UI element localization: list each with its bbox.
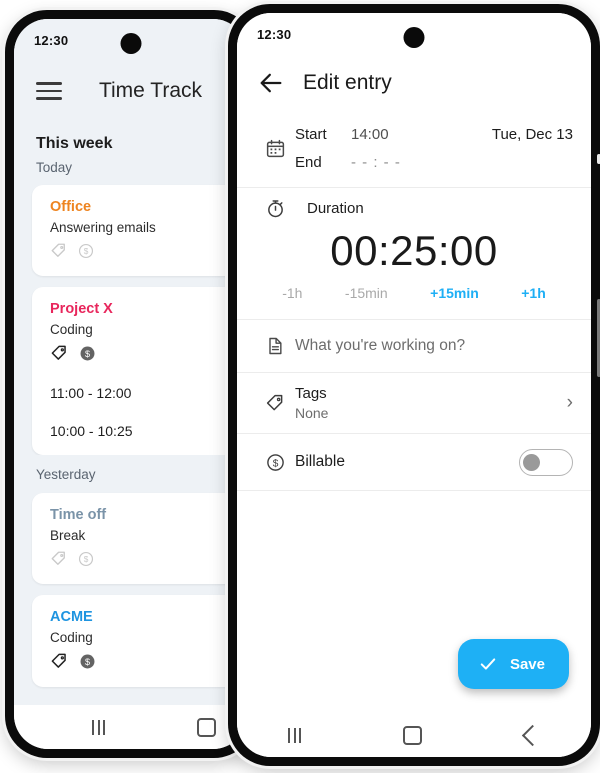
svg-text:$: $ (85, 657, 90, 667)
duration-header: Duration (255, 198, 573, 219)
duration-step-buttons: -1h -15min +15min +1h (255, 285, 573, 305)
dollar-coin-icon[interactable]: $ (78, 344, 97, 363)
list-item[interactable]: Time off Break $ (32, 493, 247, 584)
note-input-placeholder[interactable]: What you're working on? (295, 337, 465, 354)
camera-punchhole-icon (403, 27, 425, 48)
entry-time-range: 11:00 - 12:00 (50, 385, 132, 401)
duration-value[interactable]: 00:25:00 (255, 219, 573, 285)
save-button-label: Save (509, 655, 545, 673)
end-time-value[interactable]: - - : - - (351, 154, 401, 171)
entry-project-name: Project X (50, 301, 113, 317)
start-time-line[interactable]: Start 14:00 Tue, Dec 13 (295, 126, 573, 143)
toggle-knob (523, 453, 540, 471)
back-arrow-icon[interactable] (257, 69, 285, 97)
list-item[interactable]: Project X Coding $ 11:00 - 12:00 10:00 -… (32, 287, 247, 455)
note-icon (255, 336, 295, 356)
tag-icon[interactable] (50, 242, 68, 260)
tag-icon[interactable] (50, 344, 69, 363)
entry-icon-row: $ (32, 645, 247, 671)
entry-description: Break (50, 528, 86, 543)
duration-minus-15min-button[interactable]: -15min (345, 285, 388, 301)
svg-text:$: $ (85, 349, 90, 359)
home-icon[interactable] (197, 717, 216, 737)
tags-text: Tags None (295, 385, 567, 421)
tags-row[interactable]: Tags None › (237, 373, 591, 434)
left-status-bar: 12:30 (14, 19, 247, 61)
chevron-right-icon[interactable]: › (567, 392, 573, 414)
duration-plus-15min-button[interactable]: +15min (430, 285, 479, 301)
section-day-yesterday: Yesterday (14, 455, 247, 493)
entry-description: Answering emails (50, 220, 156, 235)
app-title: Time Track (98, 79, 203, 102)
entry-project-name: Time off (50, 507, 107, 523)
phone-left: 12:30 Time Track This week Today Office … (5, 10, 257, 758)
billable-label: Billable (295, 453, 345, 470)
list-item[interactable]: ACME Coding $ (32, 595, 247, 687)
tag-icon (255, 393, 295, 414)
end-label: End (295, 153, 322, 171)
svg-text:$: $ (272, 458, 278, 469)
datetime-row[interactable]: Start 14:00 Tue, Dec 13 End - - : - - (237, 111, 591, 188)
entry-date-value[interactable]: Tue, Dec 13 (492, 126, 573, 143)
recents-icon[interactable] (288, 727, 302, 743)
entry-description: Coding (50, 322, 93, 337)
dollar-coin-icon[interactable]: $ (77, 242, 95, 260)
duration-plus-1h-button[interactable]: +1h (521, 285, 546, 301)
duration-section: Duration 00:25:00 -1h -15min +15min +1h (237, 188, 591, 320)
right-status-bar: 12:30 (237, 13, 591, 55)
end-time-line[interactable]: End - - : - - (295, 154, 573, 171)
entry-project-name: ACME (50, 609, 93, 625)
tags-label: Tags (295, 385, 327, 402)
hamburger-menu-icon[interactable] (36, 82, 62, 100)
section-day-today: Today (14, 153, 247, 185)
entry-project-name: Office (50, 199, 92, 215)
entry-description: Coding (50, 630, 93, 645)
tag-icon[interactable] (50, 652, 69, 671)
section-week-label: This week (36, 135, 113, 152)
entry-icon-row: $ (32, 543, 247, 568)
note-row[interactable]: What you're working on? (237, 320, 591, 373)
edit-entry-form: Start 14:00 Tue, Dec 13 End - - : - - Du… (237, 111, 591, 713)
svg-text:$: $ (84, 247, 89, 256)
entry-icon-row: $ (32, 235, 247, 260)
save-button[interactable]: Save (457, 639, 569, 689)
tags-value: None (295, 405, 329, 421)
start-time-value[interactable]: 14:00 (351, 126, 389, 143)
left-system-navbar (14, 705, 247, 749)
screenshot-stage: 12:30 Time Track This week Today Office … (0, 0, 600, 773)
entry-time-range: 10:00 - 10:25 (50, 423, 133, 439)
duration-minus-1h-button[interactable]: -1h (282, 285, 302, 301)
right-phone-screen: 12:30 Edit entry Start 14:00 Tue, Dec 13… (237, 13, 591, 757)
stopwatch-icon (255, 198, 295, 219)
right-system-navbar (237, 713, 591, 757)
start-label: Start (295, 125, 327, 143)
left-phone-screen: 12:30 Time Track This week Today Office … (14, 19, 247, 749)
camera-punchhole-icon (120, 33, 141, 54)
left-status-clock: 12:30 (34, 32, 69, 48)
dollar-coin-icon[interactable]: $ (78, 652, 97, 671)
entry-icon-row: $ (32, 337, 247, 363)
tag-icon[interactable] (50, 550, 68, 568)
right-status-clock: 12:30 (257, 26, 292, 42)
dollar-coin-icon[interactable]: $ (77, 550, 95, 568)
home-icon[interactable] (403, 725, 423, 745)
page-title: Edit entry (303, 71, 392, 94)
right-app-bar: Edit entry (237, 55, 591, 111)
datetime-fields: Start 14:00 Tue, Dec 13 End - - : - - (295, 126, 573, 171)
billable-row[interactable]: $ Billable (237, 434, 591, 491)
phone-right: 12:30 Edit entry Start 14:00 Tue, Dec 13… (228, 4, 600, 766)
svg-text:$: $ (84, 555, 89, 564)
note-input-wrap[interactable]: What you're working on? (295, 337, 573, 355)
recents-icon[interactable] (92, 719, 105, 735)
list-item[interactable]: Office Answering emails $ (32, 185, 247, 276)
check-icon (480, 658, 496, 670)
billable-toggle[interactable] (519, 448, 573, 476)
back-icon[interactable] (521, 724, 543, 746)
left-app-bar: Time Track (14, 61, 247, 121)
entry-list-scroll[interactable]: This week Today Office Answering emails (14, 121, 247, 705)
dollar-coin-icon: $ (255, 452, 295, 473)
calendar-icon (255, 138, 295, 159)
duration-label: Duration (307, 200, 364, 217)
